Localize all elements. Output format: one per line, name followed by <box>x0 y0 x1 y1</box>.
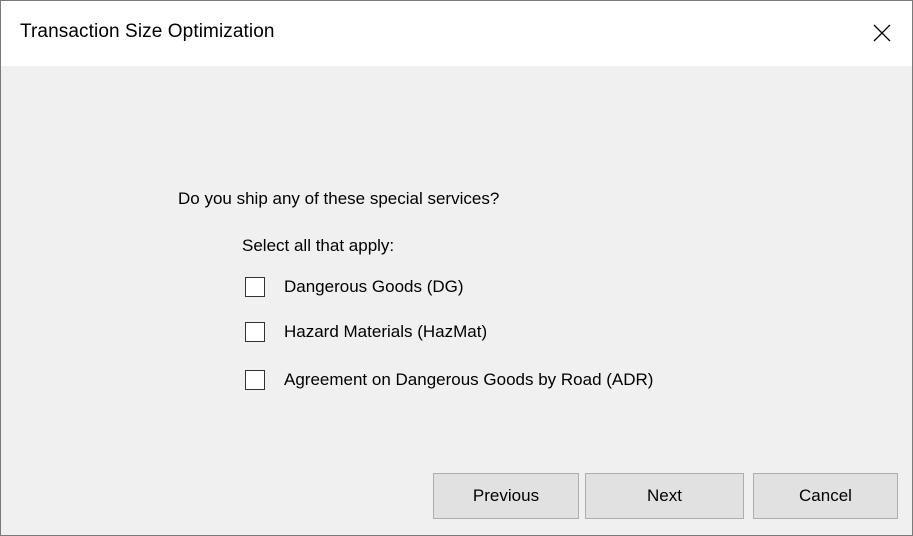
cancel-button[interactable]: Cancel <box>753 473 898 519</box>
previous-button[interactable]: Previous <box>433 473 579 519</box>
window-title: Transaction Size Optimization <box>20 21 275 42</box>
hazmat-label: Hazard Materials (HazMat) <box>284 322 488 341</box>
dangerous-goods-checkbox[interactable] <box>245 277 265 297</box>
question-label: Do you ship any of these special service… <box>178 189 500 208</box>
close-button[interactable] <box>852 1 912 65</box>
next-button[interactable]: Next <box>585 473 744 519</box>
close-icon <box>873 24 891 42</box>
title-bar: Transaction Size Optimization <box>1 1 912 66</box>
dialog-window: Transaction Size Optimization Do you shi… <box>0 0 913 536</box>
hazmat-checkbox[interactable] <box>245 322 265 342</box>
adr-checkbox[interactable] <box>245 370 265 390</box>
option-dangerous-goods[interactable]: Dangerous Goods (DG) <box>245 277 464 297</box>
option-hazmat[interactable]: Hazard Materials (HazMat) <box>245 322 487 342</box>
select-all-prompt: Select all that apply: <box>242 236 395 255</box>
option-adr[interactable]: Agreement on Dangerous Goods by Road (AD… <box>245 370 653 390</box>
dangerous-goods-label: Dangerous Goods (DG) <box>284 277 464 296</box>
adr-label: Agreement on Dangerous Goods by Road (AD… <box>284 370 654 389</box>
